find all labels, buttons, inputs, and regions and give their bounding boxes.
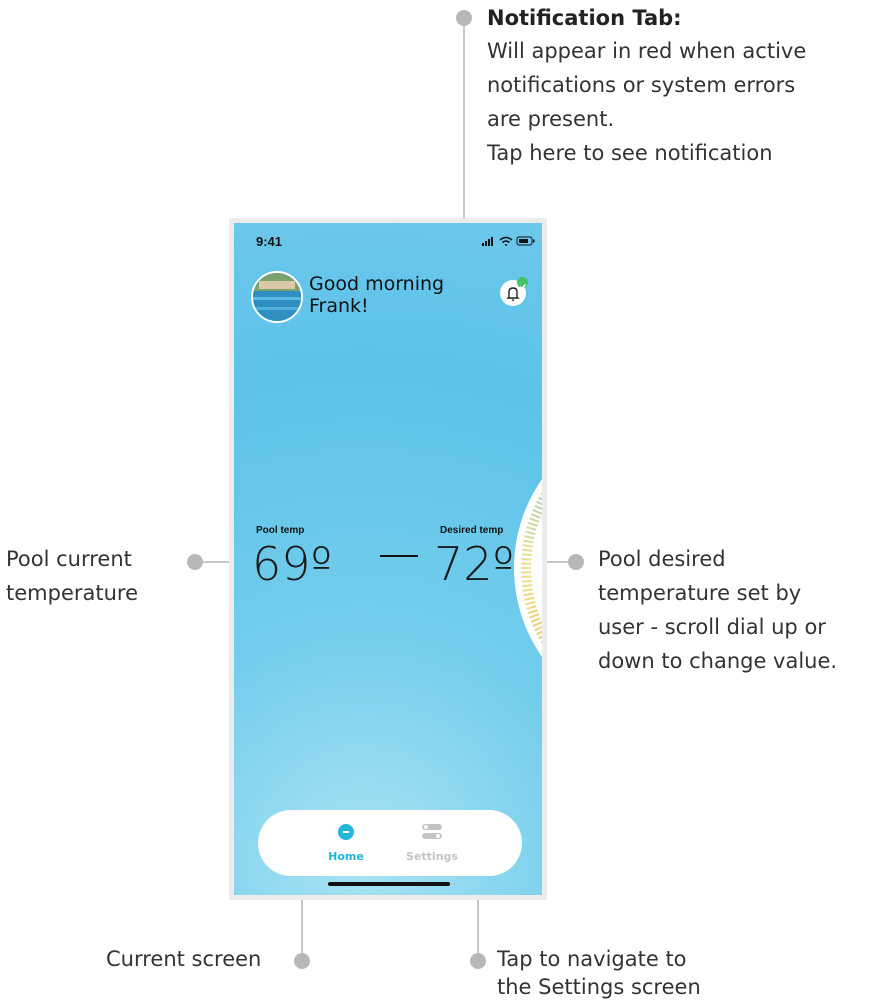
wifi-icon xyxy=(499,236,513,246)
nav-item-settings[interactable]: Settings xyxy=(392,820,472,866)
battery-icon xyxy=(516,236,535,246)
greeting-line-1: Good morning xyxy=(309,273,445,295)
notification-callout-line: Tap here to see notification xyxy=(487,141,773,165)
settings-toggle-icon xyxy=(422,824,442,839)
dial-tick xyxy=(522,584,533,588)
signal-icon xyxy=(482,237,493,246)
status-time: 9:41 xyxy=(256,234,283,249)
app-screen: 9:41 Good morning Frank! Pool temp 69º D… xyxy=(234,223,542,895)
settings-callout-line: Tap to navigate to xyxy=(497,947,687,971)
notification-status-icon xyxy=(517,277,528,290)
pool-desired-callout-line: Pool desired xyxy=(598,547,726,571)
greeting-text: Good morning Frank! xyxy=(309,273,444,317)
nav-home-label: Home xyxy=(328,850,364,863)
pool-temp-value: 69º xyxy=(252,537,333,591)
pool-photo-image xyxy=(253,273,301,321)
dial-tick xyxy=(521,575,532,579)
greeting-line-2: Frank! xyxy=(309,295,369,317)
pool-temp-label: Pool temp xyxy=(256,525,305,536)
settings-callout-line: the Settings screen xyxy=(497,975,701,999)
desired-temp-value[interactable]: 72º xyxy=(434,539,514,589)
notification-callout-line: notifications or system errors xyxy=(487,73,796,97)
bottom-nav-bar: Home Settings xyxy=(258,810,522,876)
notification-callout-line: Will appear in red when active xyxy=(487,39,807,63)
pool-desired-callout-line: user - scroll dial up or xyxy=(598,615,826,639)
dial-tick xyxy=(521,557,532,561)
home-indicator xyxy=(328,882,450,886)
desired-temp-label: Desired temp xyxy=(440,525,504,536)
dial-tick xyxy=(522,548,533,552)
pool-desired-callout-dot xyxy=(568,554,584,570)
nav-settings-label: Settings xyxy=(406,850,458,863)
pool-current-callout-line: Pool current xyxy=(6,547,132,571)
dial-indicator xyxy=(380,555,418,557)
notification-callout-line: are present. xyxy=(487,107,615,131)
pool-current-callout-dot xyxy=(187,554,203,570)
pool-desired-callout-line: temperature set by xyxy=(598,581,802,605)
current-screen-callout-dot xyxy=(294,953,310,969)
settings-callout-dot xyxy=(470,953,486,969)
status-bar-icons xyxy=(482,236,535,246)
pool-desired-callout-line: down to change value. xyxy=(598,649,838,673)
home-icon xyxy=(338,824,354,840)
avatar[interactable] xyxy=(251,271,303,323)
dial-tick xyxy=(521,553,532,557)
notification-callout-dot xyxy=(456,10,472,26)
dial-tick xyxy=(521,579,532,583)
nav-item-home[interactable]: Home xyxy=(306,820,386,866)
pool-current-callout-line: temperature xyxy=(6,581,138,605)
phone-frame: 9:41 Good morning Frank! Pool temp 69º D… xyxy=(229,218,547,900)
notification-callout-title: Notification Tab: xyxy=(487,6,682,30)
current-screen-callout-line: Current screen xyxy=(106,947,262,971)
